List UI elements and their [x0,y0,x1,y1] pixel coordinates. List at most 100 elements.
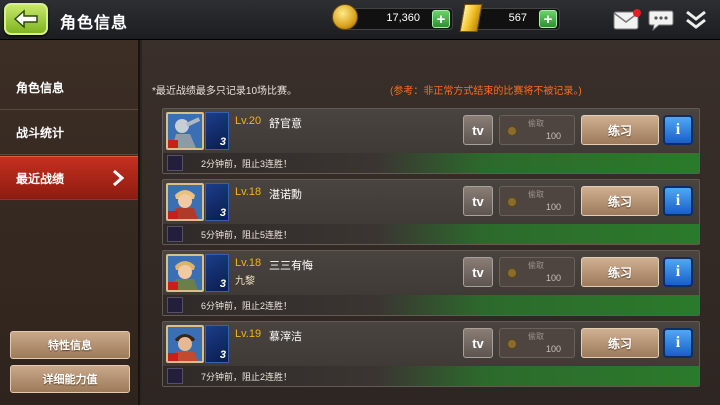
steal-button[interactable]: 偷取 100 [499,328,575,358]
steal-value: 100 [546,344,562,354]
player-level: Lv.20 [235,115,262,127]
info-button[interactable]: i [663,257,693,287]
fighter-portrait-icon [168,114,202,148]
player-level: Lv.18 [235,257,262,269]
rank-slot: 3 [205,325,229,363]
player-name: 慕滓洁 [269,331,302,343]
menu-collapse-button[interactable] [682,6,710,34]
rank-number: 3 [219,278,226,290]
practice-button[interactable]: 练习 [581,115,659,145]
player-portrait [166,325,204,363]
info-icon: i [675,121,681,138]
hero-icon [167,226,183,242]
recent-records-panel: *最近战绩最多只记录10场比赛。 (参考：非正常方式结束的比赛将不被记录。) 3… [142,40,720,405]
sidebar-item-recent-records[interactable]: 最近战绩 [0,156,138,200]
player-portrait [166,112,204,150]
record-row: 3 Lv.18 三三有悔 九黎 tv 偷取 100 练习 i 6分钟前，阻止2连… [162,250,700,316]
practice-button[interactable]: 练习 [581,328,659,358]
steal-label: 偷取 [528,261,544,270]
coin-icon [507,197,517,207]
player-name: 湛诺勳 [269,189,302,201]
practice-button[interactable]: 练习 [581,186,659,216]
gold-counter: 567 + [472,8,560,30]
gold-amount: 567 [508,12,527,24]
record-warning-note: (参考：非正常方式结束的比赛将不被记录。) [390,86,582,97]
steal-value: 100 [546,273,562,283]
record-message: 5分钟前，阻止5连胜！ [201,230,293,240]
practice-button[interactable]: 练习 [581,257,659,287]
coin-icon [332,4,358,30]
info-button[interactable]: i [663,328,693,358]
sidebar-item-battle-stats[interactable]: 战斗统计 [0,111,138,155]
fighter-portrait-icon [168,256,202,290]
rank-number: 3 [219,207,226,219]
info-button[interactable]: i [663,115,693,145]
record-message: 7分钟前，阻止2连胜！ [201,372,293,382]
coin-icon [507,268,517,278]
player-name: 舒官意 [269,118,302,130]
tv-button[interactable]: tv [463,115,493,145]
player-name: 三三有悔 [269,260,313,272]
info-button[interactable]: i [663,186,693,216]
chat-bubble-icon [648,10,674,31]
info-icon: i [675,263,681,280]
steal-label: 偷取 [528,119,544,128]
coin-icon [507,339,517,349]
chat-button[interactable] [647,6,675,34]
hero-icon [167,368,183,384]
sidebar-item-label: 角色信息 [16,81,65,95]
steal-button[interactable]: 偷取 100 [499,115,575,145]
coin-counter: 17,360 + [345,8,453,30]
record-row: 3 Lv.20 舒官意 tv 偷取 100 练习 i 2分钟前，阻止3连胜！ [162,108,700,174]
tv-button[interactable]: tv [463,257,493,287]
sidebar-item-label: 战斗统计 [16,126,65,140]
steal-label: 偷取 [528,332,544,341]
top-bar: 角色信息 17,360 + 567 + [0,0,720,40]
coin-icon [507,126,517,136]
detailed-stats-button[interactable]: 详细能力值 [10,365,130,393]
mail-icon [613,9,641,30]
back-button[interactable] [4,3,48,35]
guild-name: 九黎 [235,276,255,287]
tv-button[interactable]: tv [463,186,493,216]
double-chevron-down-icon [686,10,706,29]
trait-info-button[interactable]: 特性信息 [10,331,130,359]
fighter-portrait-icon [168,327,202,361]
add-gold-button[interactable]: + [539,10,557,28]
fighter-portrait-icon [168,185,202,219]
rank-slot: 3 [205,254,229,292]
rank-slot: 3 [205,112,229,150]
info-icon: i [675,192,681,209]
coin-amount: 17,360 [386,12,420,24]
rank-number: 3 [219,136,226,148]
steal-label: 偷取 [528,190,544,199]
record-message: 2分钟前，阻止3连胜！ [201,159,293,169]
record-message-bar: 6分钟前，阻止2连胜！ [163,295,699,315]
steal-button[interactable]: 偷取 100 [499,186,575,216]
hero-icon [167,155,183,171]
record-message-bar: 5分钟前，阻止5连胜！ [163,224,699,244]
record-limit-note: *最近战绩最多只记录10场比赛。 [152,86,298,97]
record-message-bar: 7分钟前，阻止2连胜！ [163,366,699,386]
arrow-left-icon [13,9,38,29]
sidebar: 角色信息 战斗统计 最近战绩 特性信息 详细能力值 [0,40,140,405]
record-message: 6分钟前，阻止2连胜！ [201,301,293,311]
mail-button[interactable] [613,6,641,34]
add-coins-button[interactable]: + [432,10,450,28]
player-portrait [166,183,204,221]
chevron-right-icon [113,169,124,187]
info-icon: i [675,334,681,351]
player-level: Lv.19 [235,328,262,340]
sidebar-item-character-info[interactable]: 角色信息 [0,66,138,110]
steal-value: 100 [546,202,562,212]
record-message-bar: 2分钟前，阻止3连胜！ [163,153,699,173]
record-row: 3 Lv.18 湛诺勳 tv 偷取 100 练习 i 5分钟前，阻止5连胜！ [162,179,700,245]
steal-value: 100 [546,131,562,141]
rank-number: 3 [219,349,226,361]
player-portrait [166,254,204,292]
sidebar-item-label: 最近战绩 [16,171,65,186]
steal-button[interactable]: 偷取 100 [499,257,575,287]
tv-button[interactable]: tv [463,328,493,358]
page-title: 角色信息 [60,15,129,32]
rank-slot: 3 [205,183,229,221]
